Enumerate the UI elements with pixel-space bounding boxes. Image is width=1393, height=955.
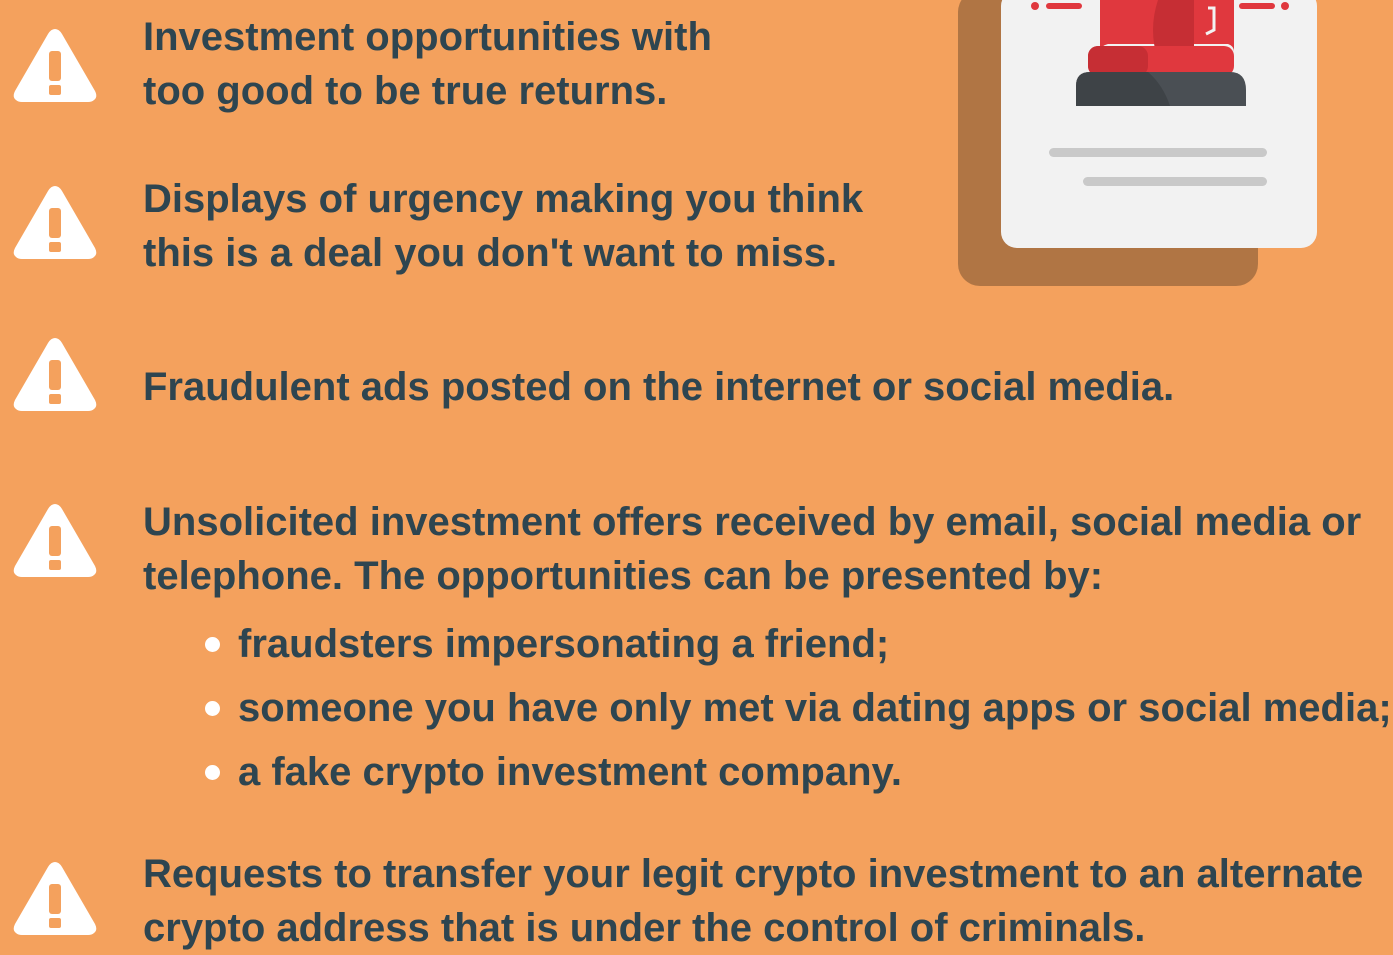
bullet-list: fraudsters impersonating a friend; someo… <box>205 612 1392 804</box>
warning-item: Fraudulent ads posted on the internet or… <box>143 360 1174 414</box>
list-item-text: fraudsters impersonating a friend; <box>238 622 890 666</box>
warning-item-line: too good to be true returns. <box>143 69 668 113</box>
warning-triangle-icon <box>13 504 97 577</box>
list-item: a fake crypto investment company. <box>205 740 1392 804</box>
warning-triangle-icon <box>13 186 97 259</box>
warning-item-line: Fraudulent ads posted on the internet or… <box>143 365 1175 409</box>
warning-item: Requests to transfer your legit crypto i… <box>143 847 1363 955</box>
warning-item-line: telephone. The opportunities can be pres… <box>143 554 1104 598</box>
list-item: fraudsters impersonating a friend; <box>205 612 1392 676</box>
warning-item: Displays of urgency making you think thi… <box>143 172 863 280</box>
warning-item-line: Displays of urgency making you think <box>143 177 864 221</box>
warning-item-line: Investment opportunities with <box>143 15 712 59</box>
bullet-dot-icon <box>205 636 220 652</box>
warning-triangle-icon <box>13 338 97 411</box>
warning-item: Investment opportunities with too good t… <box>143 10 712 118</box>
warning-item-line: Unsolicited investment offers received b… <box>143 500 1362 544</box>
document-line <box>1049 148 1267 157</box>
bullet-dot-icon <box>205 764 220 780</box>
warning-triangle-icon <box>13 862 97 935</box>
list-item: someone you have only met via dating app… <box>205 676 1392 740</box>
alarm-siren-document-icon <box>958 0 1317 286</box>
warning-item: Unsolicited investment offers received b… <box>143 495 1361 603</box>
warning-item-line: this is a deal you don't want to miss. <box>143 231 838 275</box>
warning-triangle-icon <box>13 29 97 102</box>
warning-item-line: Requests to transfer your legit crypto i… <box>143 852 1364 896</box>
list-item-text: a fake crypto investment company. <box>238 750 902 794</box>
warning-item-line: crypto address that is under the control… <box>143 906 1146 950</box>
document-line <box>1083 177 1267 186</box>
list-item-text: someone you have only met via dating app… <box>238 686 1392 730</box>
bullet-dot-icon <box>205 700 220 716</box>
